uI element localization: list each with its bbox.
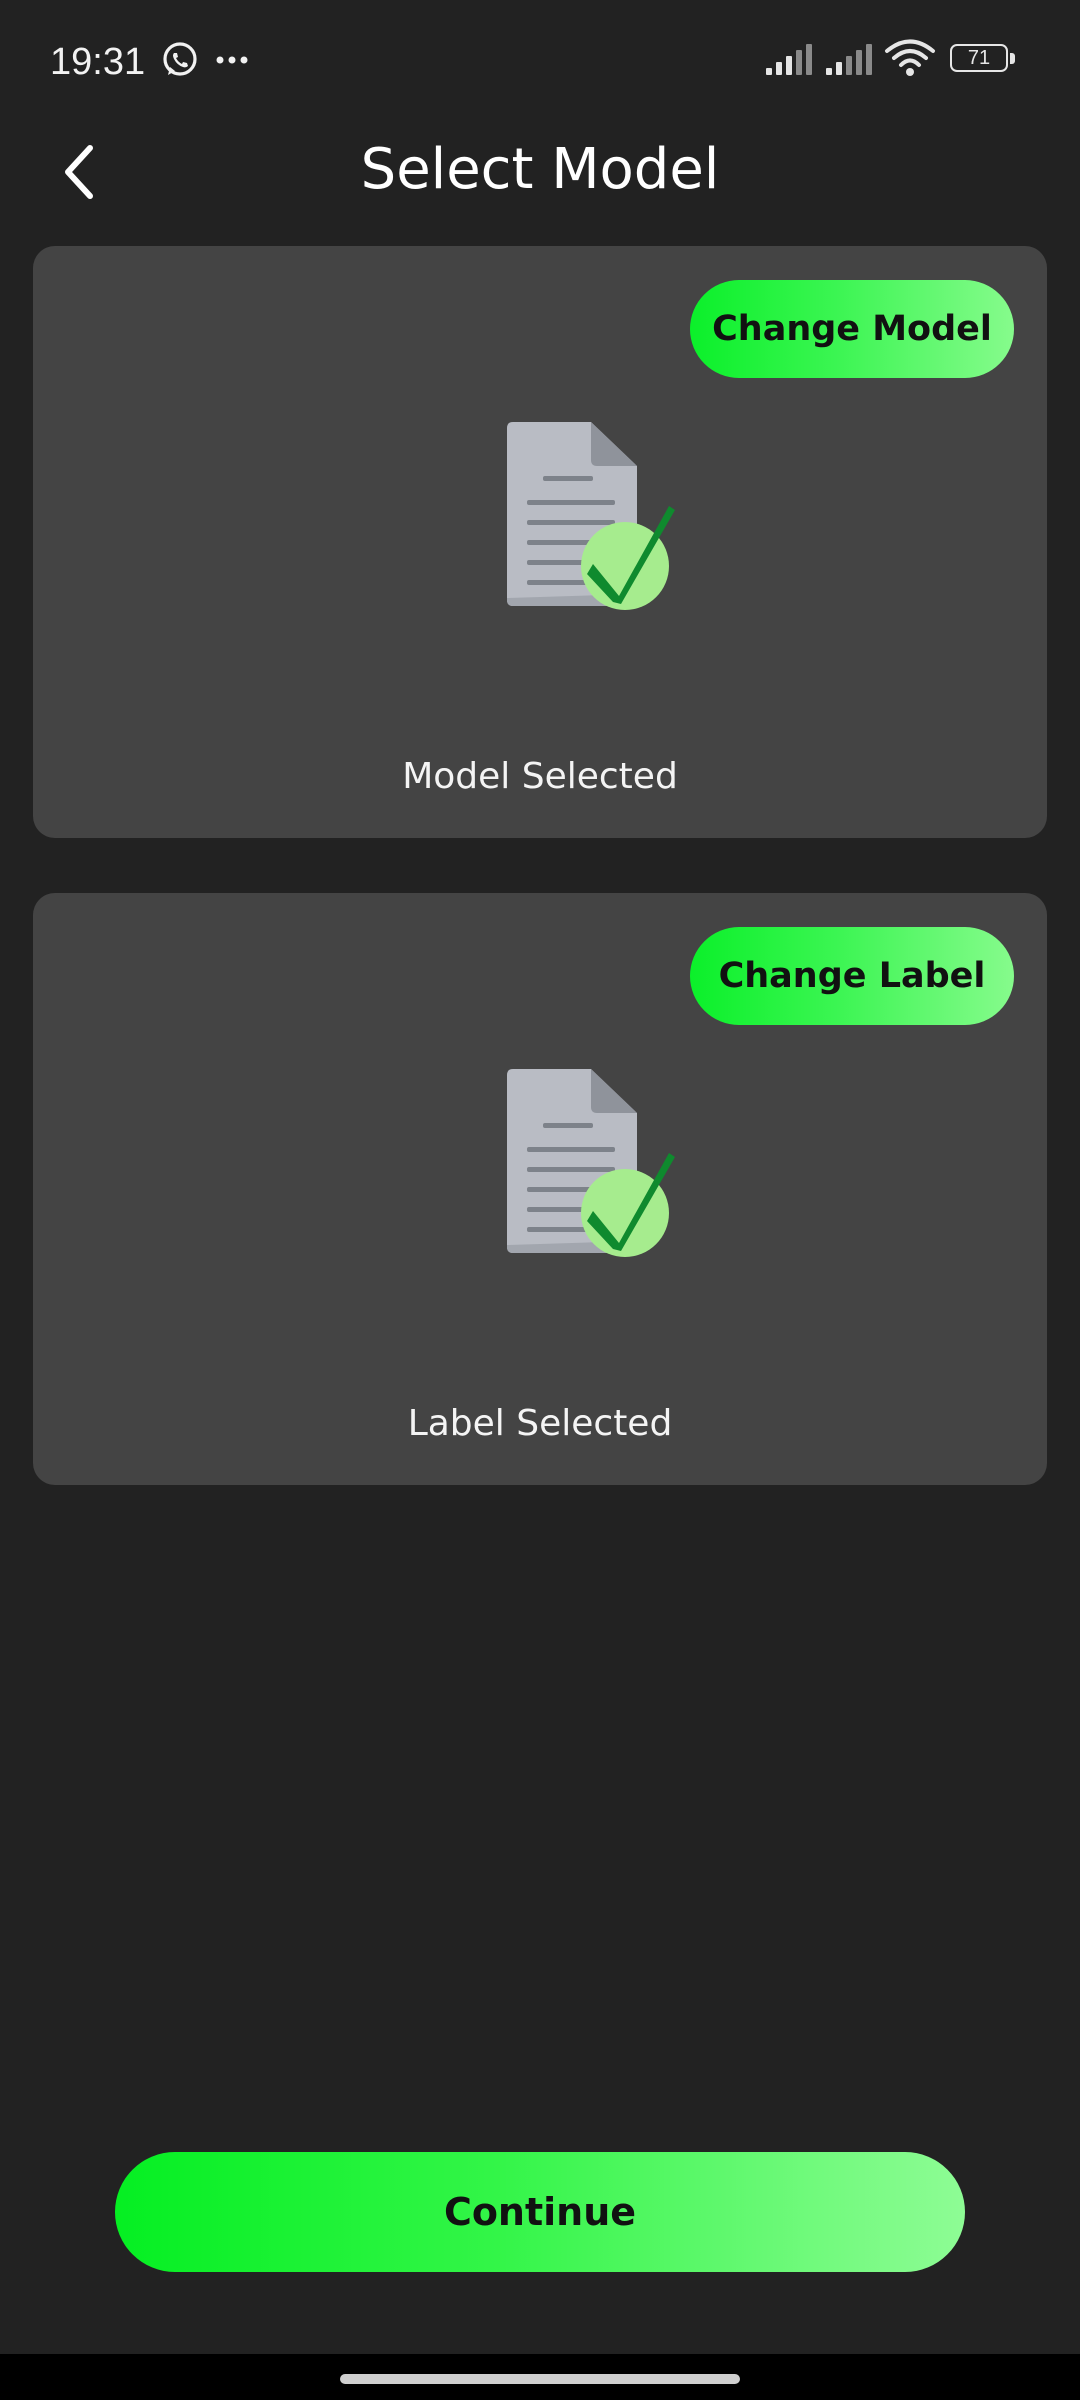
- more-dots-icon: [216, 56, 248, 64]
- battery-tip: [1010, 53, 1015, 64]
- battery-level: 71: [967, 47, 991, 69]
- status-bar: 19:31 71: [0, 0, 1080, 120]
- label-card: Change Label Label Selected: [33, 893, 1047, 1485]
- document-check-icon: [507, 422, 675, 610]
- signal-icon: [826, 44, 872, 75]
- change-model-button[interactable]: Change Model: [690, 280, 1014, 378]
- page-title: Select Model: [360, 137, 720, 202]
- document-check-icon: [507, 1069, 675, 1257]
- label-selected-caption: Label Selected: [407, 1403, 673, 1444]
- navigation-bar: [0, 2354, 1080, 2400]
- continue-button[interactable]: Continue: [115, 2152, 965, 2272]
- battery-icon: 71: [950, 44, 1016, 74]
- status-time: 19:31: [50, 41, 146, 83]
- home-indicator[interactable]: [340, 2374, 740, 2384]
- app-bar: Select Model: [0, 120, 1080, 220]
- whatsapp-icon: [163, 42, 197, 76]
- model-selected-caption: Model Selected: [402, 756, 678, 797]
- signal-icon: [766, 44, 812, 75]
- model-card: Change Model Model Selected: [33, 246, 1047, 838]
- change-label-button[interactable]: Change Label: [690, 927, 1014, 1025]
- wifi-icon: [885, 39, 935, 76]
